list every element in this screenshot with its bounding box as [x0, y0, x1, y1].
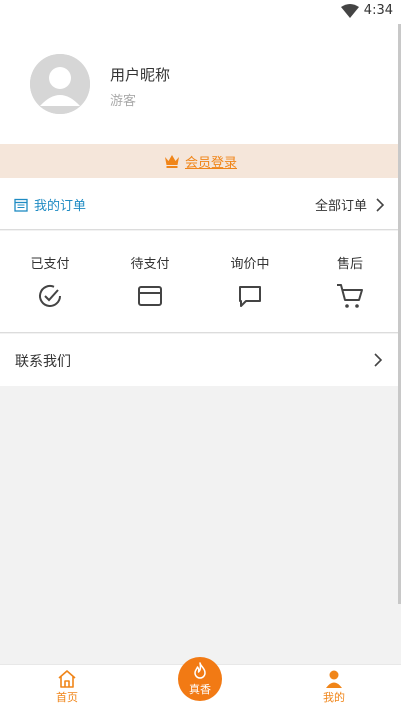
order-type-aftersale[interactable]: 售后	[310, 231, 390, 333]
user-nickname: 用户昵称	[110, 66, 171, 84]
flame-icon	[194, 662, 206, 679]
member-login-link[interactable]: 会员登录	[185, 152, 237, 171]
order-status-grid: 已支付 待支付 询价中 售后	[0, 231, 401, 333]
check-circle-icon	[39, 285, 61, 307]
tab-zhenxiang-label: 真香	[189, 683, 211, 696]
tab-home-label: 首页	[56, 691, 78, 704]
contact-us-row[interactable]: 联系我们	[0, 334, 401, 386]
chevron-right-icon	[376, 197, 385, 212]
order-type-inquiry[interactable]: 询价中	[210, 231, 290, 333]
order-type-label: 售后	[336, 257, 363, 272]
card-icon	[138, 286, 162, 306]
contact-us-label: 联系我们	[15, 354, 71, 370]
chevron-right-icon	[374, 353, 383, 367]
tab-mine[interactable]: 我的	[294, 665, 374, 710]
order-type-unpaid[interactable]: 待支付	[110, 231, 190, 333]
person-icon	[326, 670, 342, 688]
bottom-tab-bar: 首页 真香 我的	[0, 657, 401, 710]
all-orders-label: 全部订单	[314, 199, 367, 214]
tab-zhenxiang[interactable]: 真香	[178, 657, 222, 701]
crown-icon	[164, 155, 179, 168]
order-type-label: 已支付	[30, 257, 70, 272]
order-type-label: 询价中	[230, 257, 270, 272]
all-orders-link[interactable]: 全部订单	[315, 195, 385, 214]
order-type-label: 待支付	[130, 257, 170, 272]
user-avatar-icon[interactable]	[30, 54, 90, 114]
my-orders-title: 我的订单	[14, 195, 86, 214]
calendar-icon	[14, 198, 28, 212]
status-bar: 4:34	[0, 0, 401, 24]
user-role: 游客	[110, 94, 137, 109]
status-time: 4:34	[363, 3, 393, 18]
wifi-icon	[341, 4, 359, 18]
chat-icon	[239, 286, 261, 307]
tab-home[interactable]: 首页	[27, 665, 107, 710]
profile-section[interactable]: 用户昵称 游客	[0, 24, 401, 144]
my-orders-label: 我的订单	[34, 199, 87, 214]
orders-header: 我的订单 全部订单	[0, 178, 401, 230]
order-type-paid[interactable]: 已支付	[10, 231, 90, 333]
home-icon	[58, 670, 76, 688]
member-login-bar[interactable]: 会员登录	[0, 144, 401, 178]
tab-mine-label: 我的	[323, 691, 345, 704]
cart-icon	[337, 284, 363, 308]
